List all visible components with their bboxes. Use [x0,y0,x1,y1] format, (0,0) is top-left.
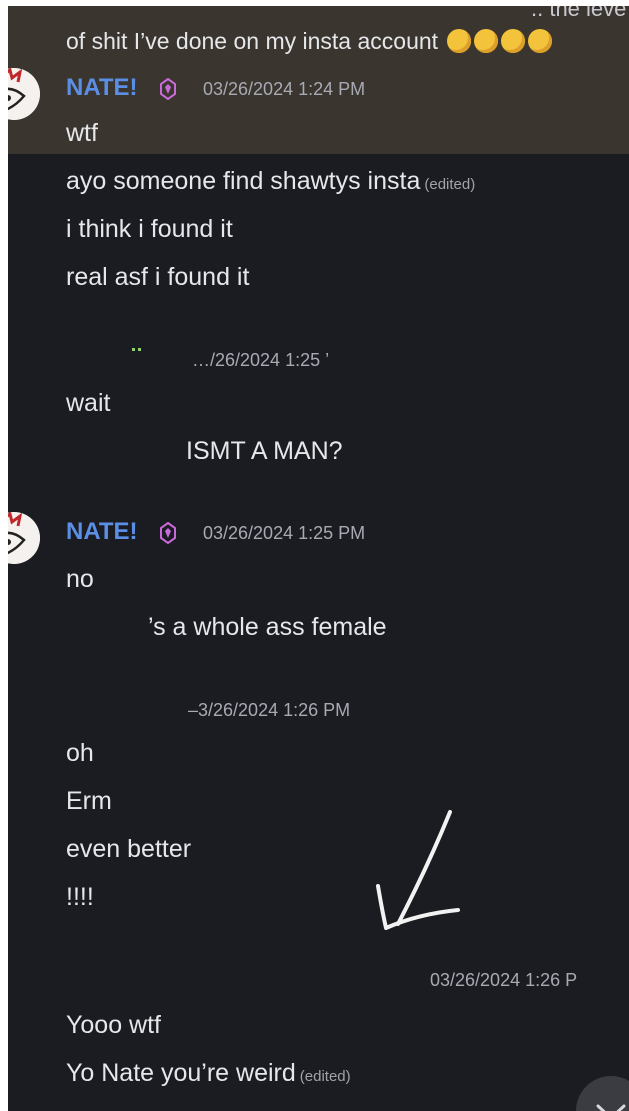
cut-off-text: .. the leve [531,6,627,21]
message-text: of shit I’ve done on my insta account [66,28,439,54]
chevron-down-icon [596,1104,626,1111]
timestamp: …/26/2024 1:25 ’ [192,350,330,370]
jump-to-present-button[interactable] [576,1076,629,1111]
message-line: even better [66,835,192,863]
message-line: Erm [66,787,112,815]
avatar[interactable] [8,512,40,564]
chat-screen: .. the leve of shit I’ve done on my inst… [8,6,629,1111]
message-line: of shit I’ve done on my insta account [66,26,553,56]
timestamp: 03/26/2024 1:25 PM [203,523,366,543]
message-line: wtf [66,119,98,147]
laugh-emoji-icon [501,29,526,53]
message-line: i think i found it [66,215,233,243]
drawn-arrow-icon [376,810,460,930]
gem-badge-icon [160,522,176,544]
redacted-mark [132,348,135,351]
timestamp: 03/26/2024 1:24 PM [203,79,366,99]
username[interactable]: NATE! [66,518,138,546]
message-line: !!!! [66,883,94,911]
timestamp: –3/26/2024 1:26 PM [188,700,351,720]
message-text: ayo someone find shawtys insta [66,167,421,195]
username[interactable]: NATE! [66,74,138,102]
edited-label: (edited) [299,1068,351,1085]
message-line: Yo Nate you’re weird (edited) [66,1058,351,1092]
message-line: oh [66,739,94,767]
message-line: real asf i found it [66,263,250,291]
message-line: wait [66,389,111,417]
message-line: ayo someone find shawtys insta (edited) [66,166,475,200]
laugh-emoji-icon [447,29,472,53]
laugh-emoji-icon [474,29,499,53]
message-line: Yooo wtf [66,1011,161,1039]
timestamp: 03/26/2024 1:26 P [430,970,578,990]
redacted-mark [138,348,141,351]
message-text: Yo Nate you’re weird [66,1059,296,1087]
message-line: ’s a whole ass female [148,613,387,641]
edited-label: (edited) [424,176,476,193]
gem-badge-icon [160,78,176,100]
message-line: ISMT A MAN? [186,437,343,465]
message-line: no [66,565,94,593]
laugh-emoji-icon [528,29,553,53]
